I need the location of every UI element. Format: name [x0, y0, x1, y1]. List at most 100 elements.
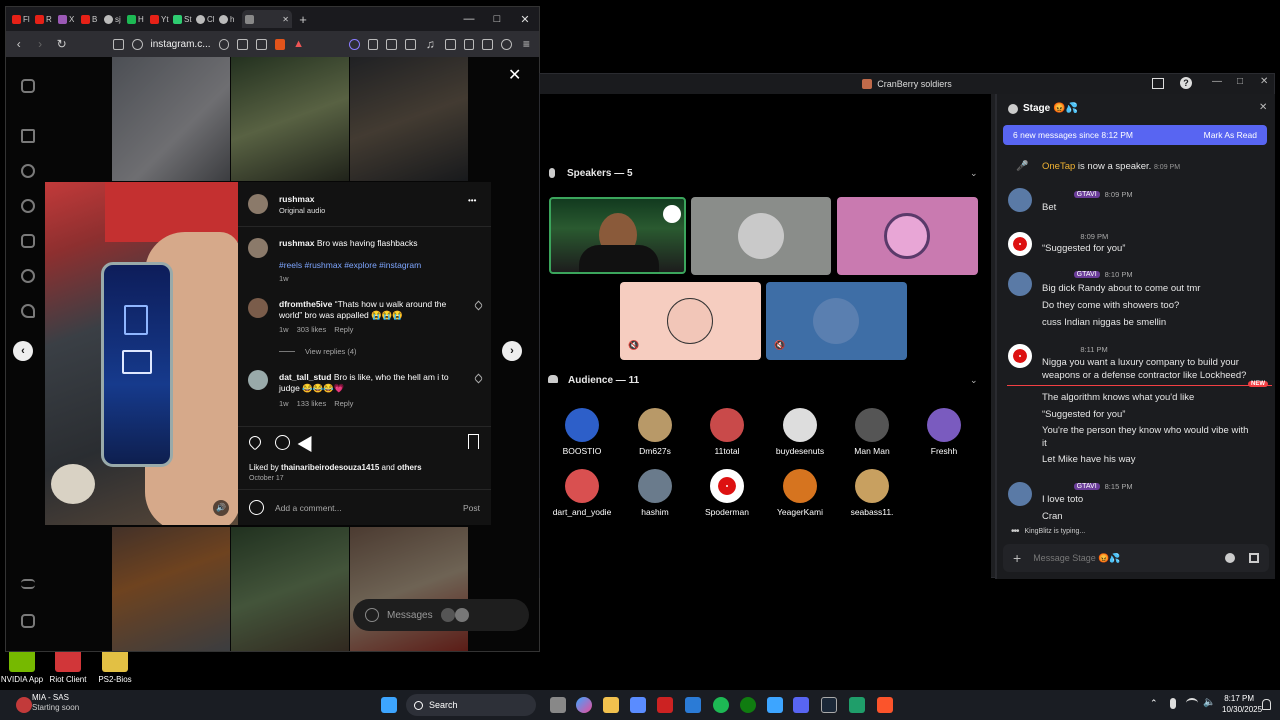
- close-chat-button[interactable]: ✕: [1259, 102, 1267, 113]
- volume-icon[interactable]: 🔈: [1203, 697, 1215, 708]
- desktop-icon-ps2bios[interactable]: PS2-Bios: [83, 648, 147, 684]
- avatar[interactable]: [248, 194, 268, 214]
- message-input[interactable]: + Message Stage 😡💦: [1003, 544, 1269, 572]
- post-audio[interactable]: Original audio: [279, 206, 325, 215]
- extensions-icon[interactable]: [482, 38, 493, 50]
- avatar[interactable]: [1008, 482, 1032, 506]
- photos-icon[interactable]: [685, 697, 701, 713]
- music-icon[interactable]: ♫: [424, 37, 437, 51]
- share-send-icon[interactable]: [297, 431, 319, 453]
- copilot-icon[interactable]: [576, 697, 592, 713]
- vpn-icon[interactable]: [500, 38, 512, 50]
- task-view-icon[interactable]: [550, 697, 566, 713]
- puzzle-icon[interactable]: [386, 38, 397, 50]
- like-heart-icon[interactable]: [246, 433, 264, 451]
- comment-input[interactable]: Add a comment...: [275, 503, 342, 513]
- spotify-icon[interactable]: [713, 697, 729, 713]
- avatar[interactable]: [248, 298, 268, 318]
- new-tab-button[interactable]: +: [294, 12, 312, 27]
- speaker-tile[interactable]: [837, 197, 978, 275]
- minimize-button[interactable]: —: [455, 13, 483, 25]
- notepad-icon[interactable]: [767, 697, 783, 713]
- audience-member[interactable]: BOOSTIO: [547, 408, 617, 456]
- audience-member[interactable]: 11total: [692, 408, 762, 456]
- chevron-down-icon[interactable]: ⌄: [970, 168, 978, 179]
- store-icon[interactable]: [630, 697, 646, 713]
- help-icon[interactable]: ?: [1180, 77, 1192, 89]
- audience-member[interactable]: hashim: [620, 469, 690, 517]
- browser-tab[interactable]: Fl: [12, 10, 33, 28]
- menu-icon[interactable]: ≡: [520, 37, 533, 51]
- more-options-icon[interactable]: •••: [468, 196, 476, 205]
- inbox-icon[interactable]: [1152, 78, 1164, 89]
- avatar[interactable]: [1008, 188, 1032, 212]
- brave-rewards-icon[interactable]: ▲: [293, 38, 304, 50]
- reload-icon[interactable]: ↻: [55, 37, 68, 51]
- post-comment-button[interactable]: Post: [463, 503, 480, 513]
- username-redacted[interactable]: [1042, 190, 1069, 199]
- windows-start-icon[interactable]: [381, 697, 397, 713]
- install-icon[interactable]: [237, 38, 248, 50]
- share-icon[interactable]: [255, 38, 267, 50]
- bookmark-icon[interactable]: [113, 38, 124, 50]
- search-box[interactable]: Search: [406, 694, 536, 716]
- audience-member[interactable]: YeagerKami: [765, 469, 835, 517]
- avatar[interactable]: [1008, 344, 1032, 368]
- maximize-button[interactable]: □: [483, 13, 511, 25]
- save-bookmark-icon[interactable]: [468, 434, 479, 449]
- speaker-tile[interactable]: [691, 197, 831, 275]
- minimize-button[interactable]: —: [1212, 76, 1222, 87]
- audience-member[interactable]: Dm627s: [620, 408, 690, 456]
- username-redacted[interactable]: [1042, 345, 1075, 354]
- maximize-button[interactable]: □: [1237, 76, 1243, 87]
- browser-tab[interactable]: h: [219, 10, 240, 28]
- leo-icon[interactable]: [348, 38, 360, 50]
- extension-icon[interactable]: [367, 38, 379, 50]
- app-icon[interactable]: [657, 697, 673, 713]
- prev-post-button[interactable]: ‹: [13, 341, 33, 361]
- messages-button[interactable]: Messages: [353, 599, 529, 631]
- audience-member[interactable]: buydesenuts: [765, 408, 835, 456]
- next-post-button[interactable]: ›: [502, 341, 522, 361]
- emoji-icon[interactable]: [1225, 553, 1235, 563]
- post-video[interactable]: 🔊: [45, 182, 238, 525]
- speaker-tile[interactable]: 🔇: [620, 282, 761, 360]
- like-comment-icon[interactable]: [473, 373, 484, 384]
- emoji-icon[interactable]: [249, 500, 264, 515]
- username-redacted[interactable]: [1042, 232, 1075, 241]
- mark-as-read-button[interactable]: Mark As Read: [1204, 130, 1257, 140]
- reading-list-icon[interactable]: [463, 38, 475, 50]
- close-window-button[interactable]: ✕: [1260, 76, 1268, 87]
- apps-icon[interactable]: [1249, 553, 1259, 563]
- forward-icon[interactable]: ›: [33, 37, 46, 51]
- hashtags[interactable]: #reels #rushmax #explore #instagram: [279, 260, 421, 270]
- speaker-tile[interactable]: 🔇: [766, 282, 907, 360]
- tab-close-icon[interactable]: ✕: [282, 15, 289, 24]
- audience-member[interactable]: Freshh: [909, 408, 979, 456]
- mic-tray-icon[interactable]: [1170, 698, 1176, 709]
- audience-member[interactable]: Spoderman: [692, 469, 762, 517]
- browser-tab[interactable]: X: [58, 10, 79, 28]
- username-redacted[interactable]: [1042, 270, 1069, 279]
- add-attachment-icon[interactable]: +: [1013, 550, 1021, 566]
- steam-icon[interactable]: [821, 697, 837, 713]
- sidebar-icon[interactable]: [444, 38, 456, 50]
- weather-widget[interactable]: MIA - SAS Starting soon: [32, 693, 79, 713]
- url-field[interactable]: instagram.c...: [151, 39, 211, 50]
- comment-icon[interactable]: [275, 435, 290, 450]
- username-redacted[interactable]: [1042, 482, 1069, 491]
- clock[interactable]: 8:17 PM 10/30/2025: [1222, 693, 1262, 715]
- browser-tab-active[interactable]: ✕: [242, 10, 292, 28]
- close-window-button[interactable]: ✕: [511, 13, 539, 26]
- browser-tab[interactable]: H: [127, 10, 148, 28]
- browser-tab[interactable]: R: [35, 10, 56, 28]
- audience-member[interactable]: Man Man: [837, 408, 907, 456]
- xbox-icon[interactable]: [740, 697, 756, 713]
- brave-shield-icon[interactable]: [274, 38, 286, 50]
- browser-tab[interactable]: Yt: [150, 10, 171, 28]
- tray-chevron-icon[interactable]: ⌃: [1150, 698, 1158, 709]
- avatar[interactable]: [248, 370, 268, 390]
- speaker-tile-video[interactable]: [549, 197, 686, 274]
- audience-member[interactable]: seabass11.: [837, 469, 907, 517]
- avatar[interactable]: [248, 238, 268, 258]
